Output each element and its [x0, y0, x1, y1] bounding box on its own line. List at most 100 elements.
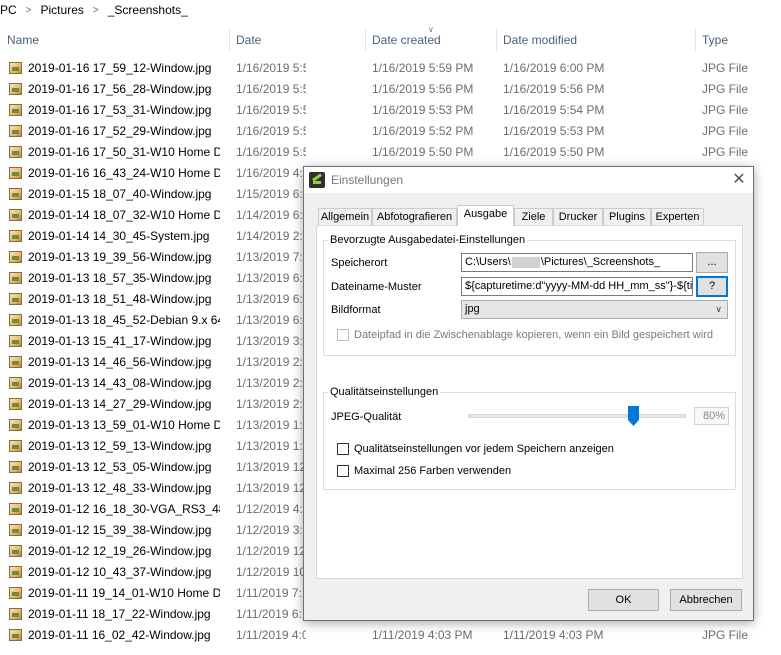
quality-settings-group: Qualitätseinstellungen JPEG-Qualität 80%…: [323, 385, 736, 490]
jpg-file-icon: [9, 482, 22, 494]
jpg-file-icon: [9, 608, 22, 620]
jpg-file-icon: [9, 167, 22, 179]
file-date: 1/13/2019 3:4: [236, 334, 306, 348]
jpeg-quality-label: JPEG-Qualität: [331, 411, 402, 423]
dialog-title: Einstellungen: [331, 173, 404, 187]
tab-plugins[interactable]: Plugins: [603, 208, 651, 225]
file-date: 1/13/2019 12: [236, 481, 306, 495]
file-name: 2019-01-13 18_57_35-Window.jpg: [28, 271, 212, 285]
file-date: 1/12/2019 12: [236, 544, 306, 558]
file-date: 1/13/2019 2:4: [236, 355, 306, 369]
filename-pattern-label: Dateiname-Muster: [331, 281, 422, 293]
file-name: 2019-01-14 18_07_32-W10 Home D...: [28, 208, 220, 222]
file-name: 2019-01-12 16_18_30-VGA_RS3_484...: [28, 502, 220, 516]
jpeg-quality-slider-track[interactable]: [468, 414, 686, 418]
file-type: JPG File: [702, 103, 749, 117]
file-date: 1/14/2019 6:0: [236, 208, 306, 222]
reduce-colors-checkbox[interactable]: [337, 465, 349, 477]
column-header: Name Date Date created ∨ Date modified T…: [0, 25, 781, 51]
dialog-titlebar[interactable]: Einstellungen ✕: [304, 167, 753, 193]
file-date: 1/13/2019 7:4: [236, 250, 306, 264]
ok-button[interactable]: OK: [588, 589, 659, 611]
jpg-file-icon: [9, 62, 22, 74]
file-name: 2019-01-12 15_39_38-Window.jpg: [28, 523, 212, 537]
copy-path-checkbox[interactable]: [337, 329, 349, 341]
file-name: 2019-01-16 17_59_12-Window.jpg: [28, 61, 212, 75]
file-type: JPG File: [702, 82, 749, 96]
jpeg-quality-slider-thumb[interactable]: [627, 406, 639, 426]
save-location-field[interactable]: C:\Users\ \Pictures\_Screenshots_: [461, 253, 693, 272]
save-location-prefix: C:\Users\: [465, 256, 511, 268]
output-settings-group: Bevorzugte Ausgabedatei-Einstellungen Sp…: [323, 233, 736, 356]
file-name: 2019-01-16 17_50_31-W10 Home D...: [28, 145, 220, 159]
greenshot-app-icon: [309, 172, 325, 188]
breadcrumb-item-screenshots[interactable]: _Screenshots_: [108, 3, 188, 17]
file-date: 1/13/2019 1:5: [236, 418, 306, 432]
cancel-button[interactable]: Abbrechen: [670, 589, 742, 611]
file-type: JPG File: [702, 628, 749, 642]
file-date-modified: 1/16/2019 5:54 PM: [503, 103, 605, 117]
browse-button[interactable]: ...: [696, 252, 728, 273]
column-header-date[interactable]: Date: [229, 29, 365, 51]
tab-drucker[interactable]: Drucker: [553, 208, 603, 225]
file-name: 2019-01-16 16_43_24-W10 Home D...: [28, 166, 220, 180]
tab-allgemein[interactable]: Allgemein: [318, 208, 372, 225]
file-row[interactable]: 2019-01-16 17_59_12-Window.jpg 1/16/2019 …: [0, 58, 781, 79]
file-date: 1/12/2019 4:1: [236, 502, 306, 516]
jpg-file-icon: [9, 293, 22, 305]
jpg-file-icon: [9, 188, 22, 200]
file-row[interactable]: 2019-01-16 17_52_29-Window.jpg 1/16/2019 …: [0, 121, 781, 142]
tab-ausgabe[interactable]: Ausgabe: [457, 205, 514, 226]
file-name: 2019-01-11 18_17_22-Window.jpg: [28, 607, 211, 621]
file-name: 2019-01-13 19_39_56-Window.jpg: [28, 250, 212, 264]
breadcrumb-item-pc[interactable]: PC: [0, 3, 17, 17]
file-name: 2019-01-13 13_59_01-W10 Home D...: [28, 418, 220, 432]
file-name: 2019-01-13 14_27_29-Window.jpg: [28, 397, 212, 411]
tab-experten[interactable]: Experten: [651, 208, 704, 225]
output-settings-title: Bevorzugte Ausgabedatei-Einstellungen: [328, 233, 528, 247]
file-date: 1/16/2019 5:52 PM: [236, 124, 306, 138]
file-date: 1/14/2019 2:3: [236, 229, 306, 243]
jpg-file-icon: [9, 251, 22, 263]
file-name: 2019-01-15 18_07_40-Window.jpg: [28, 187, 212, 201]
file-name: 2019-01-13 12_53_05-Window.jpg: [28, 460, 212, 474]
tab-ziele[interactable]: Ziele: [514, 208, 553, 225]
breadcrumb-item-pictures[interactable]: Pictures: [41, 3, 84, 17]
image-format-select[interactable]: jpg ∨: [461, 300, 728, 319]
column-header-type[interactable]: Type: [695, 29, 781, 51]
file-date: 1/13/2019 1:0: [236, 439, 306, 453]
file-name: 2019-01-14 14_30_45-System.jpg: [28, 229, 210, 243]
close-icon[interactable]: ✕: [725, 167, 753, 193]
file-date: 1/16/2019 5:50 PM: [236, 145, 306, 159]
jpg-file-icon: [9, 335, 22, 347]
file-date: 1/12/2019 10: [236, 565, 306, 579]
file-date-created: 1/11/2019 4:03 PM: [372, 628, 473, 642]
file-date: 1/11/2019 4:03 PM: [236, 628, 306, 642]
breadcrumb-separator-icon: >: [25, 4, 32, 16]
jpg-file-icon: [9, 440, 22, 452]
file-name: 2019-01-12 10_43_37-Window.jpg: [28, 565, 212, 579]
settings-dialog: Einstellungen ✕ Allgemein Abfotografiere…: [303, 166, 754, 621]
help-button[interactable]: ?: [696, 276, 728, 297]
file-row[interactable]: 2019-01-16 17_56_28-Window.jpg 1/16/2019 …: [0, 79, 781, 100]
tab-abfotografieren[interactable]: Abfotografieren: [372, 208, 457, 225]
show-quality-dialog-checkbox[interactable]: [337, 443, 349, 455]
column-header-date-modified[interactable]: Date modified: [496, 29, 695, 51]
file-date-modified: 1/16/2019 6:00 PM: [503, 61, 605, 75]
file-row[interactable]: 2019-01-11 16_02_42-Window.jpg 1/11/2019 …: [0, 625, 781, 646]
file-row[interactable]: 2019-01-16 17_53_31-Window.jpg 1/16/2019 …: [0, 100, 781, 121]
file-row[interactable]: 2019-01-16 17_50_31-W10 Home D... 1/16/20…: [0, 142, 781, 163]
copy-path-label: Dateipfad in die Zwischenablage kopieren…: [354, 329, 713, 341]
jpg-file-icon: [9, 524, 22, 536]
file-date: 1/15/2019 6:0: [236, 187, 306, 201]
file-name: 2019-01-13 14_43_08-Window.jpg: [28, 376, 212, 390]
file-date: 1/13/2019 2:4: [236, 376, 306, 390]
quality-settings-title: Qualitätseinstellungen: [328, 385, 441, 399]
file-name: 2019-01-13 12_48_33-Window.jpg: [28, 481, 212, 495]
column-header-name[interactable]: Name: [0, 29, 229, 51]
filename-pattern-field[interactable]: ${capturetime:d"yyyy-MM-dd HH_mm_ss"}-${…: [461, 277, 693, 296]
file-name: 2019-01-16 17_53_31-Window.jpg: [28, 103, 212, 117]
file-date: 1/13/2019 6:4: [236, 313, 306, 327]
file-date-modified: 1/16/2019 5:56 PM: [503, 82, 605, 96]
jpg-file-icon: [9, 314, 22, 326]
